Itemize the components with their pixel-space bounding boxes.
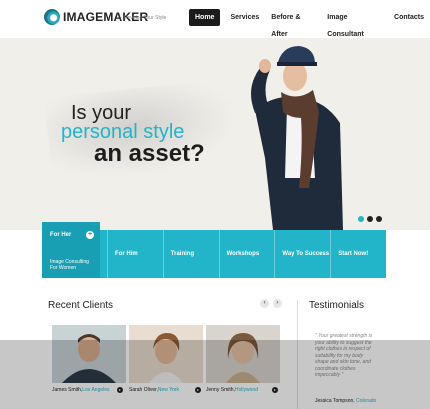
slider-dot-2[interactable] <box>367 216 373 222</box>
hero-slider: Is your personal style an asset? <box>0 38 430 230</box>
bottom-shade-overlay <box>0 340 430 409</box>
top-bar: IMAGEMAKER Develop Your Style Home Servi… <box>0 0 430 38</box>
main-nav: Home Services Before & After Image Consu… <box>189 9 430 38</box>
chevron-left-icon[interactable]: ‹ <box>260 299 269 308</box>
plus-icon[interactable]: + <box>86 231 94 239</box>
nav-contacts[interactable]: Contacts <box>388 9 430 26</box>
slider-dots <box>358 216 382 222</box>
nav-services[interactable]: Services <box>224 9 265 26</box>
logo-tagline: Develop Your Style <box>124 15 167 21</box>
tab-for-her[interactable]: For Her + Image Consulting For Women <box>42 222 100 278</box>
hero-headline-line3: an asset? <box>94 140 205 167</box>
tab-for-her-sub-line2: For Women <box>50 265 77 271</box>
testimonials-title: Testimonials <box>309 300 365 311</box>
logo-icon[interactable] <box>44 9 60 25</box>
tab-for-him[interactable]: For Him <box>108 230 164 278</box>
recent-clients-title: Recent Clients <box>48 300 114 311</box>
tab-training[interactable]: Training <box>164 230 220 278</box>
nav-before-after[interactable]: Before & After <box>265 9 321 38</box>
clients-arrows: ‹ › <box>260 299 282 308</box>
tab-for-her-sub: Image Consulting For Women <box>50 259 89 271</box>
hero-model-image <box>251 46 343 230</box>
slider-dot-3[interactable] <box>376 216 382 222</box>
tab-start-now[interactable]: Start Now! <box>331 230 386 278</box>
chevron-right-icon[interactable]: › <box>273 299 282 308</box>
nav-image-consultant[interactable]: Image Consultant <box>321 9 388 38</box>
slider-dot-1[interactable] <box>358 216 364 222</box>
tab-workshops[interactable]: Workshops <box>220 230 276 278</box>
tab-way-to-success[interactable]: Way To Success <box>275 230 332 278</box>
nav-home[interactable]: Home <box>189 9 221 26</box>
tab-for-her-label: For Her <box>50 232 72 238</box>
